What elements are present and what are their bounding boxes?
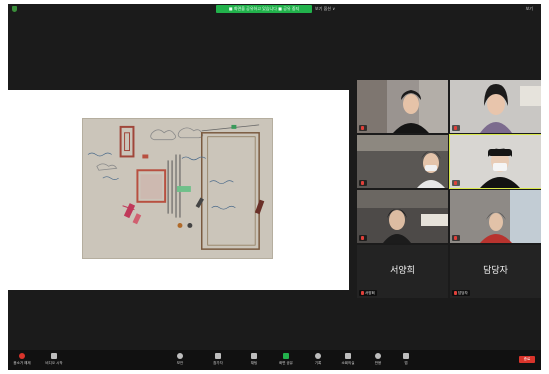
end-meeting-button[interactable]: 종료: [519, 356, 535, 363]
breakout-rooms-button[interactable]: 소회의실: [338, 353, 358, 366]
chat-bubble-icon: [251, 353, 257, 359]
share-screen-icon: [283, 353, 289, 359]
participants-button[interactable]: 참가자: [208, 353, 228, 366]
meeting-toolbar: 음소거 해제 비디오 시작 보안 참가자 채팅 화면 공유 기록 소회의실 반응…: [8, 350, 541, 370]
smiley-icon: [375, 353, 381, 359]
mic-muted-icon: [454, 126, 457, 130]
view-options-menu[interactable]: 보기 옵션 ∨: [315, 5, 335, 13]
participant-name-tag: 담당자: [452, 290, 470, 296]
participant-tile[interactable]: [357, 80, 448, 133]
participant-name-tag: [452, 125, 460, 131]
mic-muted-icon: [361, 291, 364, 295]
mic-muted-icon: [454, 181, 457, 185]
reactions-button[interactable]: 반응: [368, 353, 388, 366]
mic-muted-icon: [454, 291, 457, 295]
participant-display-name: 담당자: [483, 266, 508, 276]
participant-tile[interactable]: [357, 190, 448, 243]
top-bar: ■ 화면을 공유하고 있습니다 ■ 공유 중지 보기 옵션 ∨ 보기: [8, 4, 541, 14]
video-camera-off-icon: [51, 353, 57, 359]
apps-grid-icon: [403, 353, 409, 359]
participant-tile-no-video[interactable]: 담당자 담당자: [450, 245, 541, 298]
participant-tile[interactable]: [357, 135, 448, 188]
shared-screen: [8, 90, 349, 290]
participant-name-tag: [452, 235, 460, 241]
security-button[interactable]: 보안: [170, 353, 190, 366]
participant-name-tag: [359, 180, 367, 186]
mic-muted-icon: [361, 126, 364, 130]
participants-icon: [215, 353, 221, 359]
view-toggle-button[interactable]: 보기: [526, 5, 533, 13]
shared-drawing-image: [82, 118, 273, 259]
share-screen-button[interactable]: 화면 공유: [276, 353, 296, 366]
mic-muted-icon: [454, 236, 457, 240]
apps-button[interactable]: 앱: [396, 353, 416, 366]
participant-name-tag: [359, 125, 367, 131]
participant-display-name: 서양희: [390, 266, 415, 276]
participant-tile[interactable]: [450, 190, 541, 243]
microphone-muted-icon: [19, 353, 25, 359]
chat-button[interactable]: 채팅: [244, 353, 264, 366]
start-video-button[interactable]: 비디오 시작: [44, 353, 64, 366]
participant-tile-active-speaker[interactable]: [449, 134, 541, 189]
share-bottom-bar: [8, 280, 349, 286]
shield-icon: [177, 353, 183, 359]
unmute-button[interactable]: 음소거 해제: [12, 353, 32, 366]
record-icon: [315, 353, 321, 359]
mic-muted-icon: [361, 181, 364, 185]
record-button[interactable]: 기록: [308, 353, 328, 366]
participant-name-tag: [359, 235, 367, 241]
participant-tile[interactable]: [450, 80, 541, 133]
participant-name-tag: [452, 180, 460, 186]
participant-tile-no-video[interactable]: 서양희 서양희: [357, 245, 448, 298]
sharing-banner[interactable]: ■ 화면을 공유하고 있습니다 ■ 공유 중지: [216, 5, 312, 13]
breakout-rooms-icon: [345, 353, 351, 359]
participant-name-tag: 서양희: [359, 290, 377, 296]
mic-muted-icon: [361, 236, 364, 240]
shield-icon[interactable]: [12, 6, 17, 12]
zoom-window: ■ 화면을 공유하고 있습니다 ■ 공유 중지 보기 옵션 ∨ 보기 서양희 서…: [8, 4, 541, 370]
